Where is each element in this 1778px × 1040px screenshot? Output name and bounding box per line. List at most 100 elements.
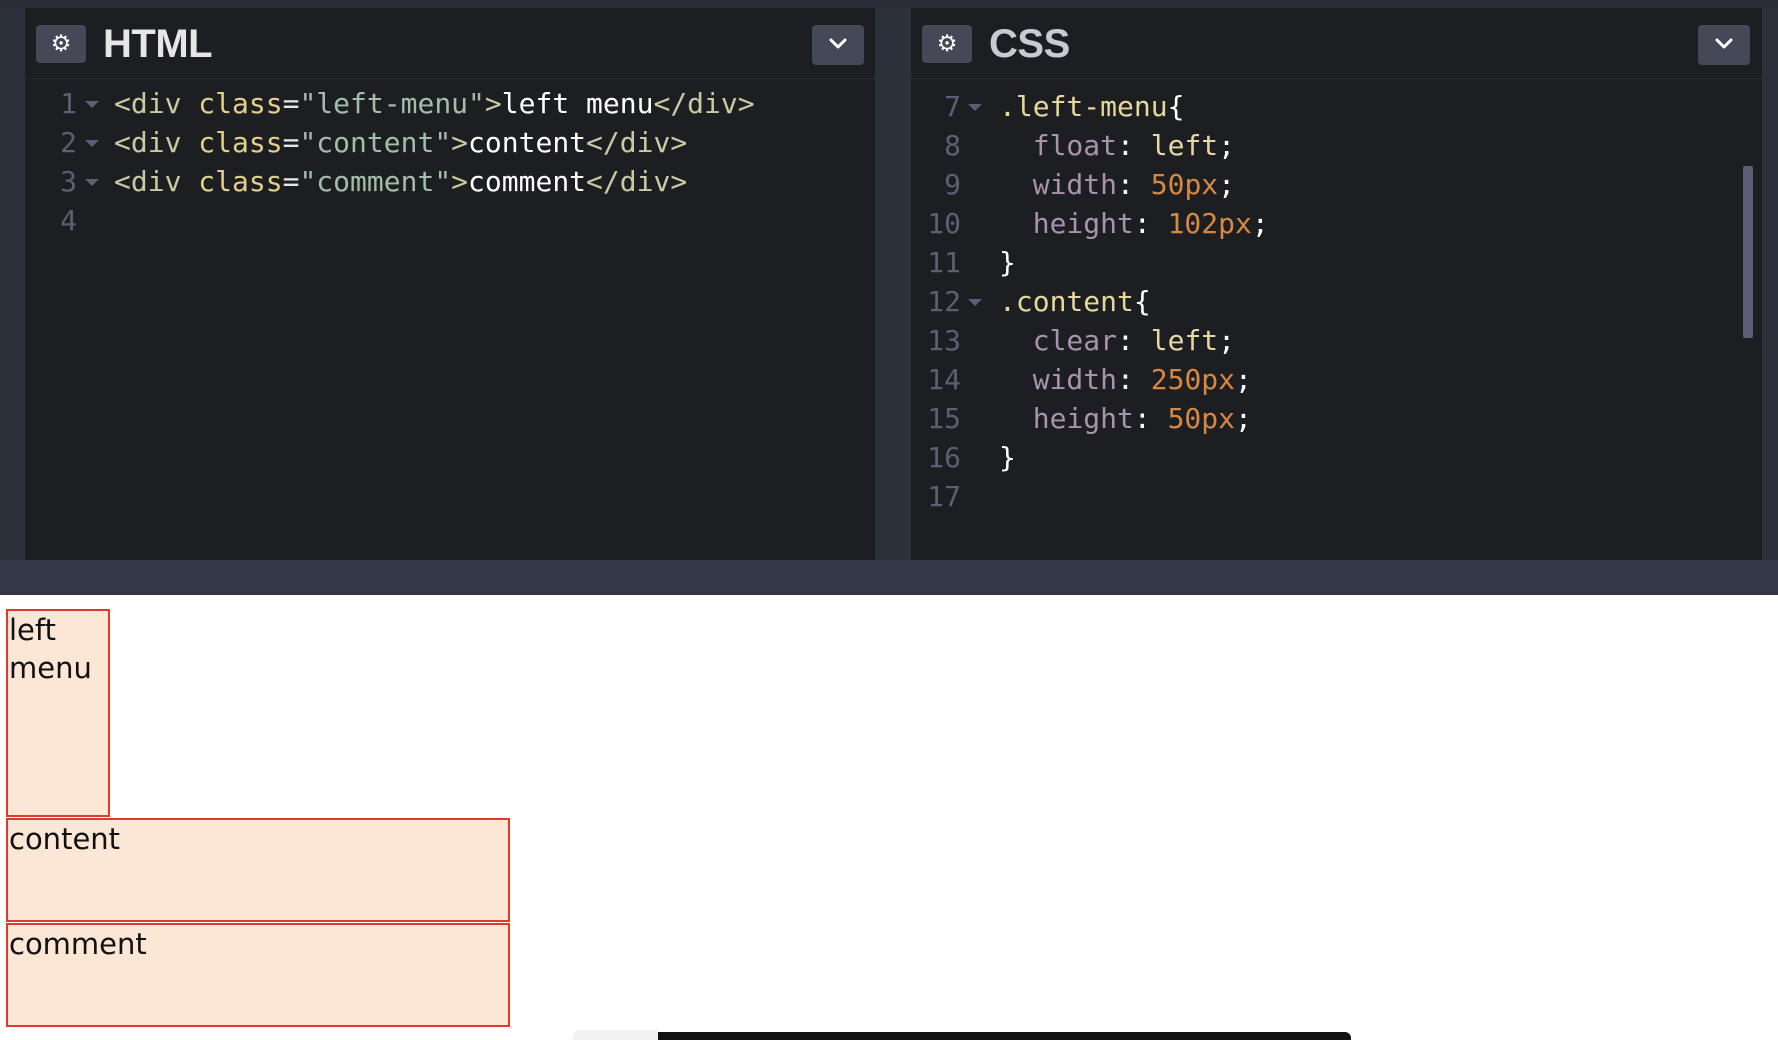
fold-arrow-icon[interactable] — [85, 101, 99, 108]
gear-icon: ⚙ — [936, 30, 958, 57]
top-strip — [0, 0, 1778, 8]
code-token: width — [999, 168, 1118, 201]
code-token: height — [999, 207, 1134, 240]
code-text: float: left; — [999, 126, 1235, 166]
code-token: left — [1150, 129, 1219, 162]
code-token: : — [1133, 402, 1168, 435]
chevron-down-icon — [829, 38, 847, 49]
code-token: ; — [1218, 324, 1236, 357]
line-number: 2 — [60, 126, 77, 159]
css-scrollbar[interactable] — [1743, 166, 1753, 338]
code-token: clear — [999, 324, 1118, 357]
code-text: clear: left; — [999, 321, 1235, 361]
fold-arrow-icon[interactable] — [85, 179, 99, 186]
code-token: .content — [999, 285, 1134, 318]
css-editor-panel: ⚙ CSS 7 .left-menu{8 float: left; 9 width:… — [911, 8, 1762, 560]
css-settings-button[interactable]: ⚙ — [922, 25, 972, 63]
code-token: : — [1117, 168, 1151, 201]
code-token: left — [1150, 324, 1219, 357]
code-token: { — [1133, 285, 1151, 318]
line-number: 14 — [927, 363, 961, 396]
fold-arrow-icon[interactable] — [968, 299, 982, 306]
code-token: = — [282, 126, 300, 159]
code-token: 102px — [1167, 207, 1252, 240]
code-token: class — [198, 165, 283, 198]
code-token: width — [999, 363, 1118, 396]
line-number: 11 — [927, 246, 961, 279]
line-number: 17 — [927, 480, 961, 513]
code-token: 250px — [1150, 363, 1236, 396]
line-number: 8 — [944, 129, 961, 162]
code-token: class — [198, 87, 283, 120]
html-collapse-button[interactable] — [812, 25, 864, 65]
code-token: "left-menu" — [299, 87, 485, 120]
code-token: content — [468, 126, 587, 159]
line-number: 12 — [927, 285, 961, 318]
code-token: { — [1167, 90, 1185, 123]
code-token: </div> — [586, 126, 688, 159]
preview-left-menu-box: left menu — [6, 609, 110, 817]
code-text: height: 102px; — [999, 204, 1269, 244]
code-text: width: 250px; — [999, 360, 1252, 400]
code-token: ; — [1251, 207, 1269, 240]
code-text: height: 50px; — [999, 399, 1252, 439]
code-token: > — [451, 165, 469, 198]
line-number: 16 — [927, 441, 961, 474]
css-collapse-button[interactable] — [1698, 25, 1750, 65]
code-token: 50px — [1150, 168, 1219, 201]
code-text: } — [999, 243, 1016, 283]
code-text: .left-menu{ — [999, 87, 1184, 127]
html-panel-title: HTML — [103, 22, 213, 66]
code-text: } — [999, 438, 1016, 478]
chevron-down-icon — [1715, 38, 1733, 49]
line-number: 15 — [927, 402, 961, 435]
code-token: } — [999, 246, 1016, 279]
code-token: class — [198, 126, 283, 159]
html-panel-header: ⚙ HTML — [25, 8, 875, 79]
resize-divider[interactable] — [0, 560, 1778, 595]
code-token: ; — [1218, 168, 1236, 201]
line-number: 9 — [944, 168, 961, 201]
html-code-area[interactable]: 1 <div class="left-menu">left menu</div> 2… — [25, 79, 875, 560]
code-token: : — [1117, 129, 1151, 162]
code-token: : — [1133, 207, 1168, 240]
line-number: 7 — [944, 90, 961, 123]
code-token: left menu — [501, 87, 654, 120]
code-token: height — [999, 402, 1134, 435]
code-token: } — [999, 441, 1016, 474]
code-token: <div — [114, 126, 199, 159]
code-token: = — [282, 87, 300, 120]
html-settings-button[interactable]: ⚙ — [36, 25, 86, 63]
code-token: </div> — [653, 87, 755, 120]
code-token: ; — [1218, 129, 1236, 162]
fold-arrow-icon[interactable] — [968, 104, 982, 111]
code-editor: ⚙ HTML 1 <div class="left-menu">left menu… — [0, 0, 1778, 595]
code-token: "comment" — [299, 165, 452, 198]
gear-icon: ⚙ — [50, 30, 72, 57]
code-token: </div> — [586, 165, 688, 198]
line-number: 4 — [60, 204, 77, 237]
code-token: ; — [1235, 402, 1252, 435]
code-token: > — [451, 126, 469, 159]
line-number: 3 — [60, 165, 77, 198]
code-token: "content" — [299, 126, 452, 159]
css-panel-header: ⚙ CSS — [911, 8, 1762, 79]
line-number: 10 — [927, 207, 961, 240]
code-token: <div — [114, 165, 199, 198]
preview-content-box: content — [6, 818, 510, 922]
preview-comment-box: comment — [6, 923, 510, 1027]
css-panel-title: CSS — [989, 22, 1070, 66]
code-token: 50px — [1167, 402, 1236, 435]
line-number: 13 — [927, 324, 961, 357]
code-token: .left-menu — [999, 90, 1168, 123]
code-token: float — [999, 129, 1118, 162]
code-text: <div class="left-menu">left menu</div> — [114, 84, 755, 124]
html-editor-panel: ⚙ HTML 1 <div class="left-menu">left menu… — [25, 8, 875, 560]
line-number: 1 — [60, 87, 77, 120]
code-text: width: 50px; — [999, 165, 1235, 205]
css-code-area[interactable]: 7 .left-menu{8 float: left; 9 width: 50px;… — [911, 79, 1762, 560]
code-token: : — [1117, 324, 1151, 357]
fold-arrow-icon[interactable] — [85, 140, 99, 147]
bottom-bar-tab — [573, 1030, 658, 1040]
bottom-bar — [573, 1032, 1351, 1040]
